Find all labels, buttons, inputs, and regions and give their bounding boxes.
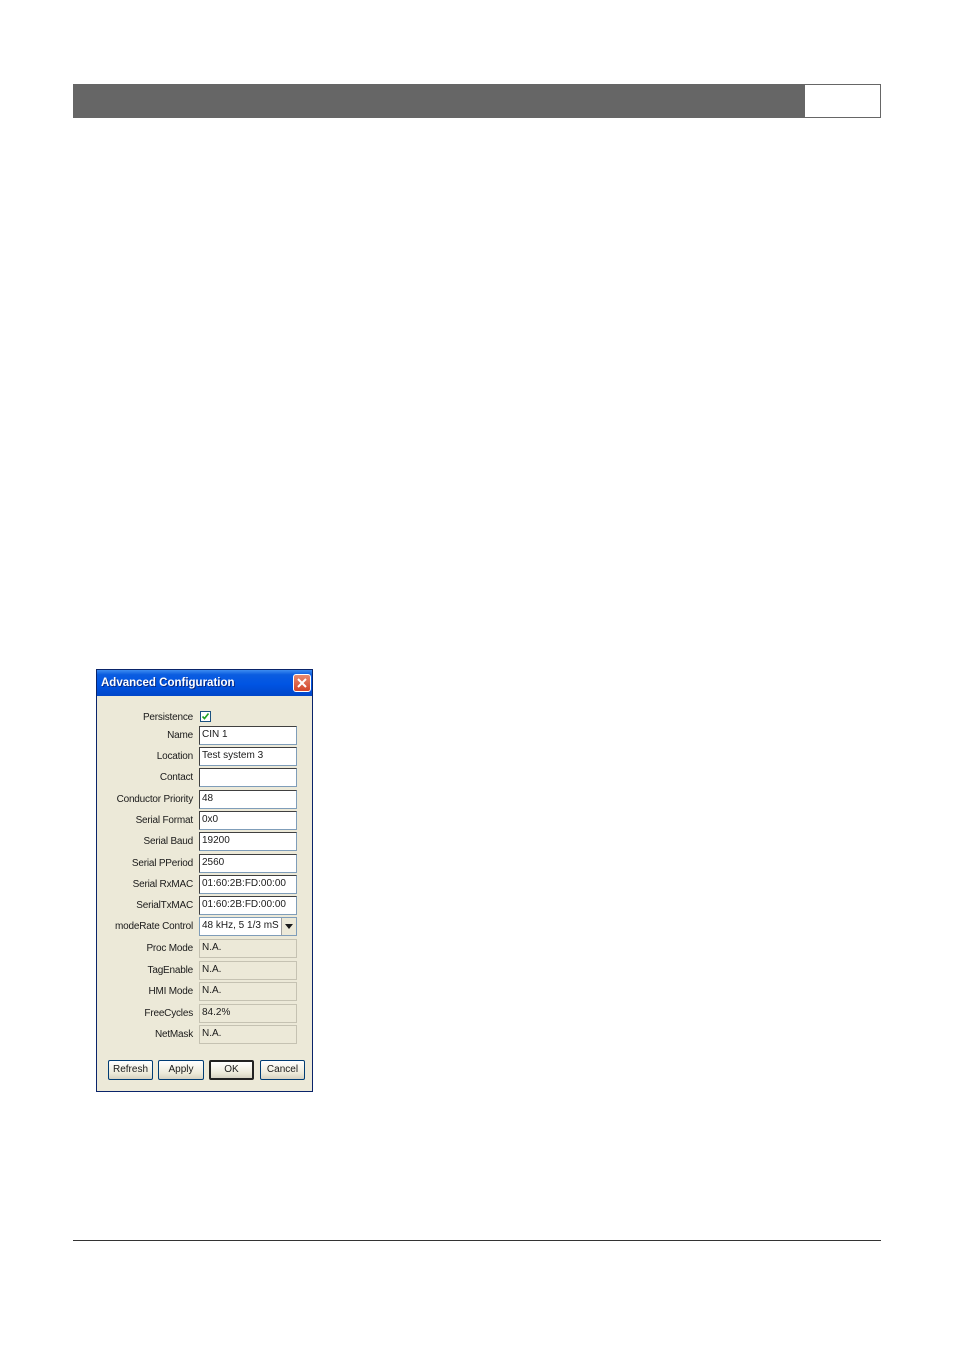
- hmi-mode-label: HMI Mode: [148, 986, 193, 997]
- dialog-title: Advanced Configuration: [101, 677, 235, 689]
- close-icon: [297, 678, 307, 688]
- conductor-priority-field[interactable]: 48: [199, 790, 297, 809]
- serial-baud-label: Serial Baud: [143, 836, 194, 847]
- contact-row: Contact: [97, 768, 312, 788]
- moderate-control-select[interactable]: 48 kHz, 5 1/3 mS: [199, 917, 297, 936]
- apply-button[interactable]: Apply: [158, 1060, 204, 1080]
- netmask-field: N.A.: [199, 1025, 297, 1044]
- conductor-priority-row: Conductor Priority 48: [97, 790, 312, 810]
- hmi-mode-field: N.A.: [199, 982, 297, 1001]
- free-cycles-label: FreeCycles: [144, 1008, 193, 1019]
- serial-txmac-label: SerialTxMAC: [136, 900, 193, 911]
- moderate-control-dropdown-button[interactable]: [281, 918, 296, 935]
- persistence-checkbox[interactable]: [200, 711, 211, 722]
- serial-baud-row: Serial Baud 19200: [97, 832, 312, 852]
- tag-enable-field: N.A.: [199, 961, 297, 980]
- serial-pperiod-label: Serial PPeriod: [131, 858, 193, 869]
- refresh-button[interactable]: Refresh: [108, 1060, 153, 1080]
- conductor-priority-label: Conductor Priority: [116, 794, 194, 805]
- advanced-configuration-dialog: Advanced Configuration Persistence Name …: [96, 669, 313, 1092]
- checkmark-icon: [201, 713, 210, 720]
- proc-mode-row: Proc Mode N.A.: [97, 939, 312, 959]
- netmask-label: NetMask: [154, 1029, 193, 1040]
- page-header-bar: [73, 84, 804, 118]
- name-row: Name CIN 1: [97, 726, 312, 746]
- close-button[interactable]: [293, 674, 311, 692]
- page-number-box: [804, 84, 881, 118]
- serial-format-label: Serial Format: [135, 815, 194, 826]
- persistence-label: Persistence: [142, 712, 193, 723]
- tag-enable-row: TagEnable N.A.: [97, 961, 312, 981]
- footer-rule: [73, 1240, 881, 1241]
- moderate-control-row: modeRate Control 48 kHz, 5 1/3 mS: [97, 917, 312, 937]
- serial-format-row: Serial Format 0x0: [97, 811, 312, 831]
- name-field[interactable]: CIN 1: [199, 726, 297, 745]
- persistence-row: Persistence: [97, 708, 312, 728]
- serial-txmac-row: SerialTxMAC 01:60:2B:FD:00:00: [97, 896, 312, 916]
- tag-enable-label: TagEnable: [147, 965, 194, 976]
- serial-pperiod-field[interactable]: 2560: [199, 854, 297, 873]
- contact-label: Contact: [159, 772, 193, 783]
- name-label: Name: [167, 730, 193, 741]
- ok-button[interactable]: OK: [209, 1060, 254, 1080]
- free-cycles-field: 84.2%: [199, 1004, 297, 1023]
- dialog-titlebar: Advanced Configuration: [97, 670, 312, 696]
- location-field[interactable]: Test system 3: [199, 747, 297, 766]
- serial-pperiod-row: Serial PPeriod 2560: [97, 854, 312, 874]
- serial-rxmac-row: Serial RxMAC 01:60:2B:FD:00:00: [97, 875, 312, 895]
- location-label: Location: [156, 751, 193, 762]
- serial-rxmac-field[interactable]: 01:60:2B:FD:00:00: [199, 875, 297, 894]
- serial-rxmac-label: Serial RxMAC: [132, 879, 194, 890]
- cancel-button[interactable]: Cancel: [260, 1060, 305, 1080]
- moderate-control-value: 48 kHz, 5 1/3 mS: [202, 920, 279, 931]
- hmi-mode-row: HMI Mode N.A.: [97, 982, 312, 1002]
- netmask-row: NetMask N.A.: [97, 1025, 312, 1045]
- contact-field[interactable]: [199, 768, 297, 787]
- proc-mode-field: N.A.: [199, 939, 297, 958]
- serial-format-field[interactable]: 0x0: [199, 811, 297, 830]
- serial-txmac-field[interactable]: 01:60:2B:FD:00:00: [199, 896, 297, 915]
- location-row: Location Test system 3: [97, 747, 312, 767]
- chevron-down-icon: [285, 924, 293, 929]
- moderate-control-label: modeRate Control: [115, 921, 193, 932]
- serial-baud-field[interactable]: 19200: [199, 832, 297, 851]
- proc-mode-label: Proc Mode: [146, 943, 193, 954]
- free-cycles-row: FreeCycles 84.2%: [97, 1004, 312, 1024]
